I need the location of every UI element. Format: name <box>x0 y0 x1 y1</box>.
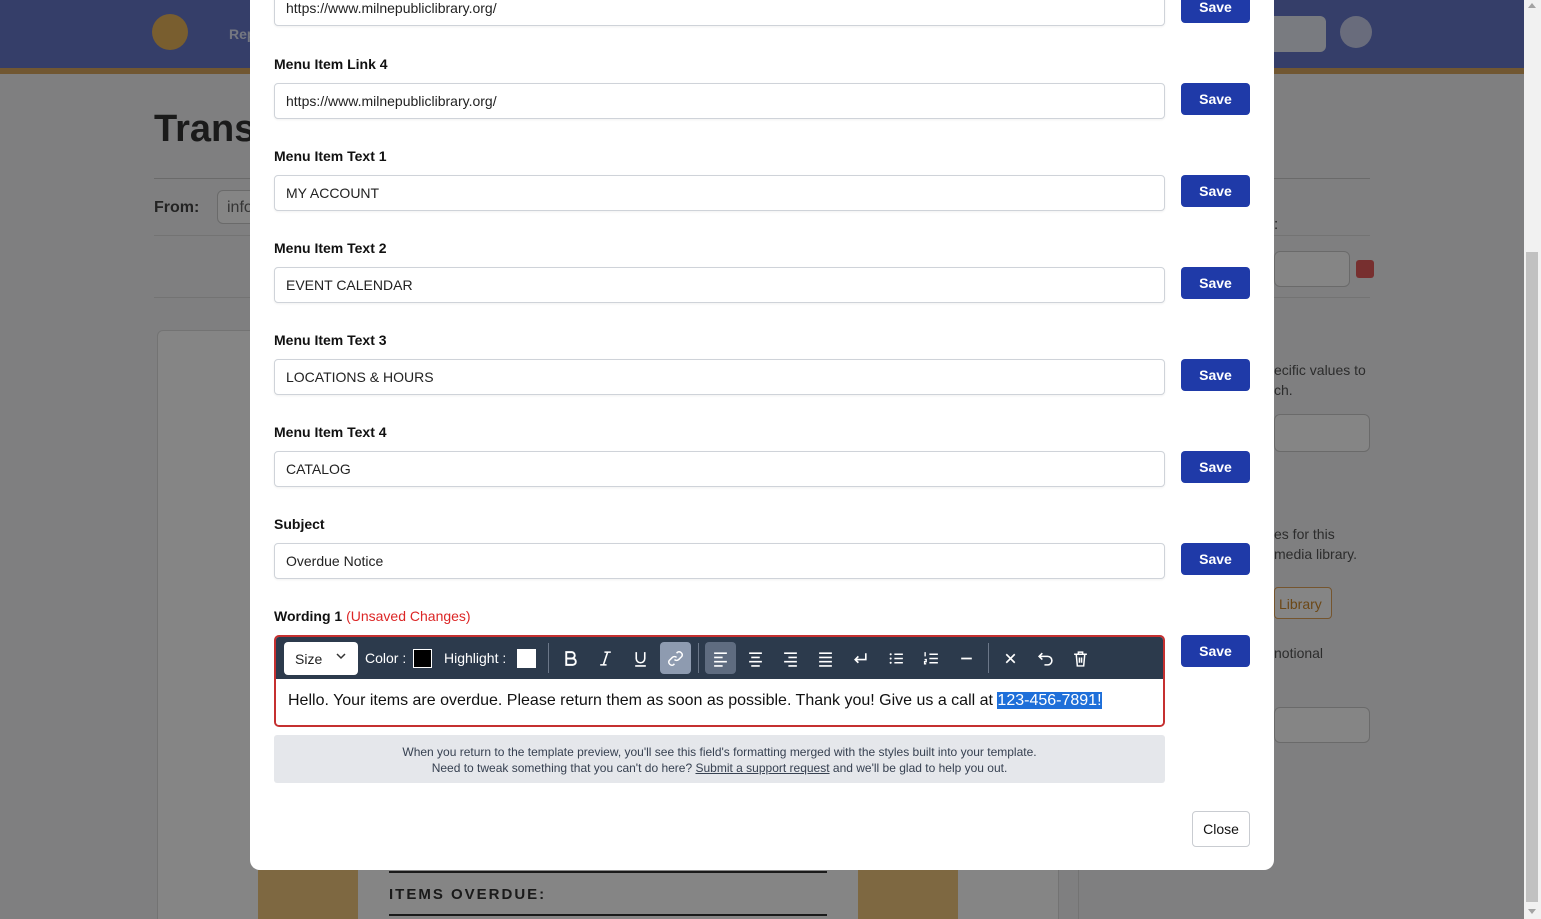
selected-text: 123-456-7891! <box>997 692 1102 709</box>
close-button[interactable]: Close <box>1192 811 1250 847</box>
save-button[interactable]: Save <box>1181 451 1250 483</box>
align-right-icon[interactable] <box>775 642 806 674</box>
align-justify-icon[interactable] <box>810 642 841 674</box>
field-label: Menu Item Text 4 <box>274 424 387 440</box>
rich-text-editor: Size Color : Highlight : Hello. Your ite… <box>274 635 1165 727</box>
help-text: Need to tweak something that you can't d… <box>431 761 696 775</box>
wording-1-label: Wording 1 (Unsaved Changes) <box>274 608 471 624</box>
trash-icon[interactable] <box>1065 642 1096 674</box>
editor-text: Hello. Your items are overdue. Please re… <box>288 692 998 709</box>
italic-icon[interactable] <box>590 642 621 674</box>
clear-formatting-icon[interactable] <box>995 642 1026 674</box>
scroll-down-arrow-icon[interactable] <box>1528 909 1536 914</box>
text-color-swatch[interactable] <box>413 649 432 668</box>
field-label: Menu Item Link 4 <box>274 56 388 72</box>
scrollbar-thumb[interactable] <box>1526 252 1538 902</box>
chevron-down-icon <box>336 653 346 660</box>
undo-icon[interactable] <box>1030 642 1061 674</box>
subject-input[interactable] <box>274 543 1165 579</box>
font-size-select[interactable]: Size <box>284 642 358 675</box>
help-text: and we'll be glad to help you out. <box>829 761 1008 775</box>
toolbar-separator <box>698 643 699 673</box>
field-label: Menu Item Text 1 <box>274 148 387 164</box>
numbered-list-icon[interactable] <box>916 642 947 674</box>
bullet-list-icon[interactable] <box>881 642 912 674</box>
field-label: Subject <box>274 516 325 532</box>
help-line-2: Need to tweak something that you can't d… <box>274 760 1165 776</box>
menu-item-link-4-input[interactable] <box>274 83 1165 119</box>
save-button[interactable]: Save <box>1181 83 1250 115</box>
save-button[interactable]: Save <box>1181 0 1250 23</box>
save-button[interactable]: Save <box>1181 635 1250 667</box>
line-break-icon[interactable] <box>845 642 876 674</box>
editor-toolbar: Size Color : Highlight : <box>276 637 1163 679</box>
menu-item-text-4-input[interactable] <box>274 451 1165 487</box>
save-button[interactable]: Save <box>1181 359 1250 391</box>
unsaved-changes-indicator: (Unsaved Changes) <box>346 608 471 624</box>
field-label-text: Wording 1 <box>274 608 343 624</box>
align-center-icon[interactable] <box>740 642 771 674</box>
highlight-label: Highlight : <box>444 650 507 666</box>
support-request-link[interactable]: Submit a support request <box>695 761 829 775</box>
align-left-icon[interactable] <box>705 642 736 674</box>
formatting-help-box: When you return to the template preview,… <box>274 735 1165 783</box>
horizontal-rule-icon[interactable] <box>951 642 982 674</box>
menu-item-text-3-input[interactable] <box>274 359 1165 395</box>
menu-item-text-1-input[interactable] <box>274 175 1165 211</box>
highlight-color-swatch[interactable] <box>517 649 536 668</box>
font-size-label: Size <box>295 651 323 667</box>
toolbar-separator <box>548 643 549 673</box>
bold-icon[interactable] <box>555 642 586 674</box>
menu-item-link-3-input[interactable] <box>274 0 1165 26</box>
link-icon[interactable] <box>660 642 691 674</box>
underline-icon[interactable] <box>625 642 656 674</box>
menu-item-text-2-input[interactable] <box>274 267 1165 303</box>
save-button[interactable]: Save <box>1181 543 1250 575</box>
scroll-up-arrow-icon[interactable] <box>1528 3 1536 8</box>
save-button[interactable]: Save <box>1181 267 1250 299</box>
field-label: Menu Item Text 2 <box>274 240 387 256</box>
help-line-1: When you return to the template preview,… <box>402 745 1037 759</box>
field-label: Menu Item Text 3 <box>274 332 387 348</box>
toolbar-separator <box>988 643 989 673</box>
color-label: Color : <box>365 650 407 666</box>
save-button[interactable]: Save <box>1181 175 1250 207</box>
editor-content[interactable]: Hello. Your items are overdue. Please re… <box>276 679 1163 725</box>
